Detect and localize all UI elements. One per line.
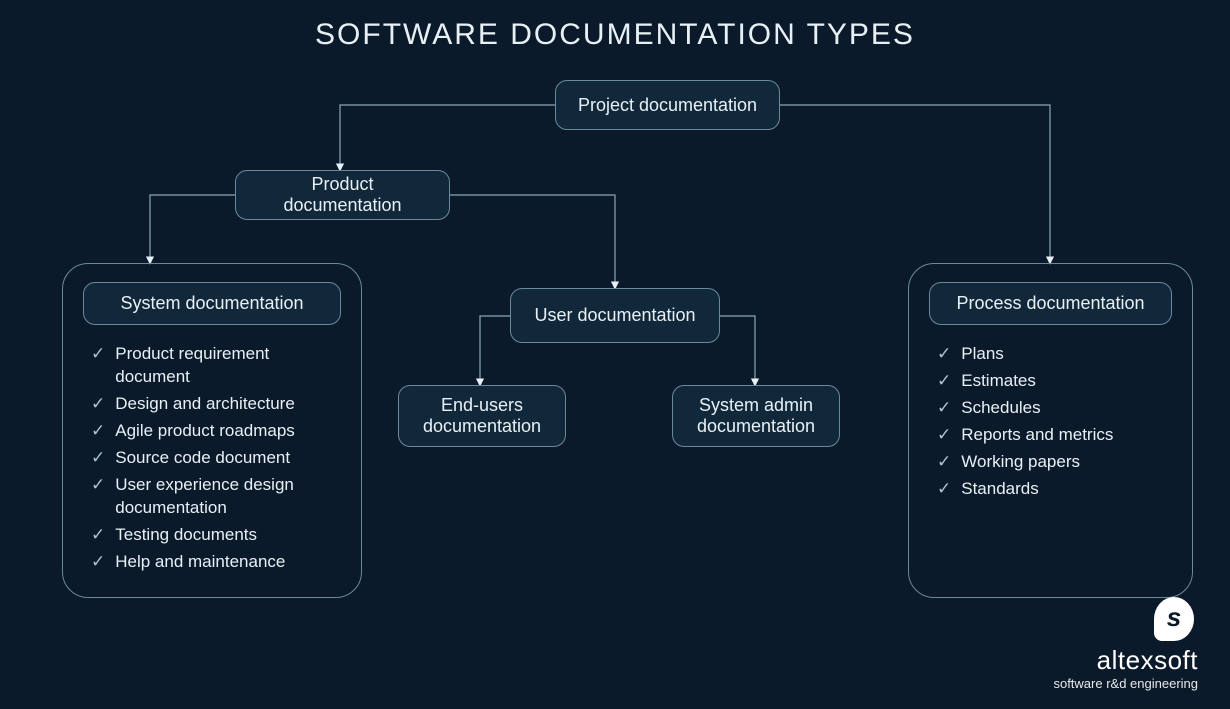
logo-tagline: software r&d engineering — [1053, 676, 1198, 691]
logo-mark-icon: s — [1154, 597, 1194, 641]
group-system-documentation: System documentation Product requirement… — [62, 263, 362, 598]
system-item: Product requirement document — [91, 343, 341, 389]
node-user-documentation: User documentation — [510, 288, 720, 343]
system-item: User experience design documentation — [91, 474, 341, 520]
node-endusers-documentation: End-users documentation — [398, 385, 566, 447]
altexsoft-logo: s altexsoft software r&d engineering — [1053, 597, 1198, 691]
system-item: Testing documents — [91, 524, 341, 547]
system-item: Source code document — [91, 447, 341, 470]
process-item: Standards — [937, 478, 1172, 501]
process-item: Reports and metrics — [937, 424, 1172, 447]
process-item: Schedules — [937, 397, 1172, 420]
group-process-documentation: Process documentation Plans Estimates Sche… — [908, 263, 1193, 598]
node-process-documentation: Process documentation — [929, 282, 1172, 325]
system-item: Agile product roadmaps — [91, 420, 341, 443]
node-project-documentation: Project documentation — [555, 80, 780, 130]
node-sysadmin-documentation: System admin documentation — [672, 385, 840, 447]
process-item: Working papers — [937, 451, 1172, 474]
diagram-title: SOFTWARE DOCUMENTATION TYPES — [0, 0, 1230, 52]
process-item: Estimates — [937, 370, 1172, 393]
system-item: Design and architecture — [91, 393, 341, 416]
system-item: Help and maintenance — [91, 551, 341, 574]
logo-name: altexsoft — [1053, 645, 1198, 676]
system-checklist: Product requirement document Design and a… — [83, 343, 341, 573]
node-product-documentation: Product documentation — [235, 170, 450, 220]
process-item: Plans — [937, 343, 1172, 366]
node-system-documentation: System documentation — [83, 282, 341, 325]
process-checklist: Plans Estimates Schedules Reports and metri… — [929, 343, 1172, 501]
